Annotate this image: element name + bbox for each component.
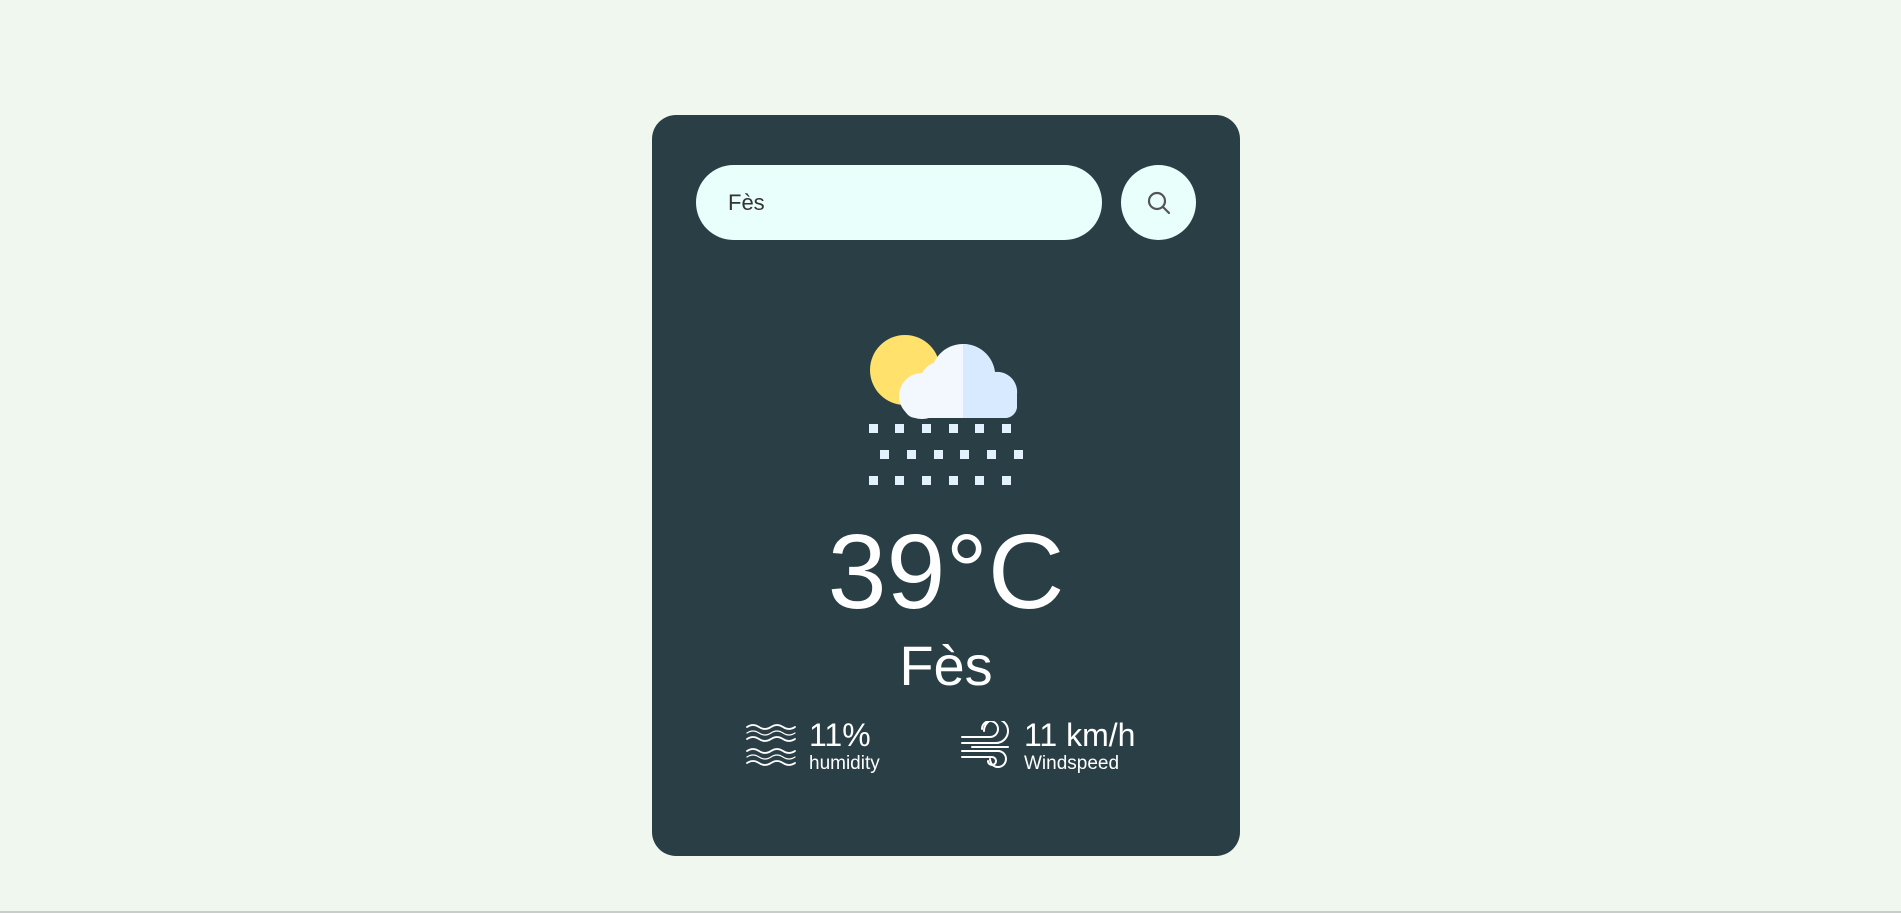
wind-icon xyxy=(961,721,1009,769)
search-icon xyxy=(1147,191,1170,214)
search-button[interactable] xyxy=(1121,165,1196,240)
humidity-value: 11% xyxy=(809,717,871,753)
city-name: Fès xyxy=(899,634,993,697)
wind-detail: 11 km/h Windspeed xyxy=(960,719,1135,776)
snow-cloud-sun-icon xyxy=(869,335,1023,485)
windspeed-value: 11 km/h xyxy=(1024,717,1136,753)
humidity-waves-icon xyxy=(746,724,796,767)
humidity-label: humidity xyxy=(809,753,880,774)
temperature: 39°C xyxy=(827,513,1065,631)
search-input[interactable] xyxy=(696,165,1102,240)
weather-card: 39°C Fès 11% humidity xyxy=(652,115,1240,856)
humidity-detail: 11% humidity xyxy=(745,719,880,776)
windspeed-label: Windspeed xyxy=(1024,753,1120,774)
